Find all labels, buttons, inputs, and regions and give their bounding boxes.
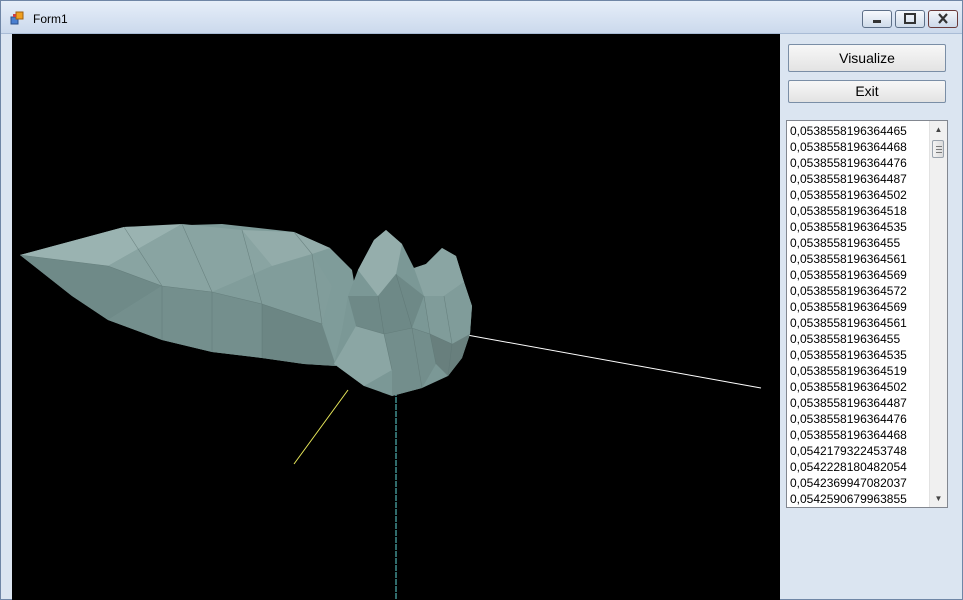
list-item[interactable]: 0,0538558196364468	[790, 139, 930, 155]
values-listbox[interactable]: 0,0538558196364465 0,0538558196364468 0,05…	[786, 120, 948, 508]
scroll-up-icon[interactable]: ▲	[930, 121, 947, 138]
3d-viewport[interactable]	[12, 34, 780, 600]
listbox-items: 0,0538558196364465 0,0538558196364468 0,05…	[790, 123, 930, 507]
mesh-body	[19, 223, 472, 396]
list-item[interactable]: 0,0538558196364502	[790, 379, 930, 395]
list-item[interactable]: 0,0542590679963855	[790, 491, 930, 507]
scroll-thumb[interactable]	[932, 140, 944, 158]
list-item[interactable]: 0,0538558196364535	[790, 219, 930, 235]
app-icon	[10, 11, 24, 25]
list-item[interactable]: 0,0538558196364519	[790, 363, 930, 379]
maximize-button[interactable]	[895, 10, 925, 28]
list-item[interactable]: 0,0542369947082037	[790, 475, 930, 491]
z-axis-line	[293, 389, 349, 465]
list-item[interactable]: 0,0538558196364572	[790, 283, 930, 299]
list-item[interactable]: 0,0542179322453748	[790, 443, 930, 459]
list-item[interactable]: 0,0538558196364561	[790, 251, 930, 267]
close-button[interactable]	[928, 10, 958, 28]
window-title: Form1	[33, 12, 68, 26]
list-item[interactable]: 0,0538558196364476	[790, 155, 930, 171]
list-item[interactable]: 0,0538558196364569	[790, 267, 930, 283]
list-item[interactable]: 0,0538558196364502	[790, 187, 930, 203]
list-item[interactable]: 0,0538558196364487	[790, 171, 930, 187]
exit-button[interactable]: Exit	[788, 80, 946, 103]
minimize-icon	[863, 11, 891, 27]
list-item[interactable]: 0,053855819636455	[790, 235, 930, 251]
vertical-scrollbar[interactable]: ▲ ▼	[929, 121, 947, 507]
list-item[interactable]: 0,0538558196364569	[790, 299, 930, 315]
list-item[interactable]: 0,0538558196364518	[790, 203, 930, 219]
close-icon	[929, 11, 957, 27]
list-item[interactable]: 0,0538558196364561	[790, 315, 930, 331]
list-item[interactable]: 0,0538558196364476	[790, 411, 930, 427]
maximize-icon	[896, 11, 924, 27]
list-item[interactable]: 0,0538558196364468	[790, 427, 930, 443]
list-item[interactable]: 0,053855819636455	[790, 331, 930, 347]
visualize-button[interactable]: Visualize	[788, 44, 946, 72]
list-item[interactable]: 0,0538558196364487	[790, 395, 930, 411]
list-item[interactable]: 0,0538558196364465	[790, 123, 930, 139]
minimize-button[interactable]	[862, 10, 892, 28]
scroll-down-icon[interactable]: ▼	[930, 490, 947, 507]
list-item[interactable]: 0,0542228180482054	[790, 459, 930, 475]
title-bar[interactable]: Form1	[1, 1, 962, 34]
app-window: Form1 Visualize Exit 0,0538558196364465 …	[0, 0, 963, 600]
3d-scene	[19, 223, 762, 600]
list-item[interactable]: 0,0538558196364535	[790, 347, 930, 363]
x-axis-line	[466, 334, 762, 389]
